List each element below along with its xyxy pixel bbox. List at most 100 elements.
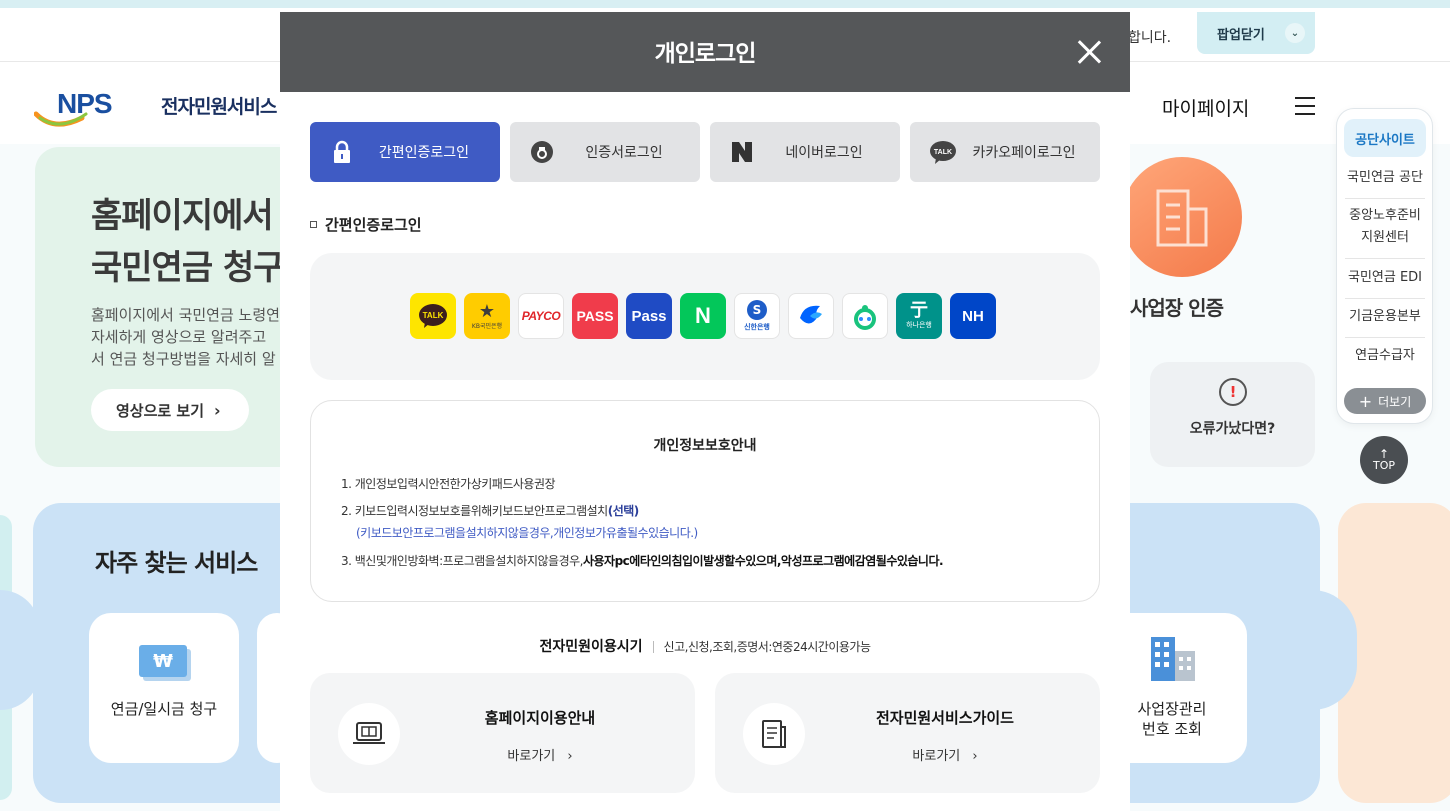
svg-text:TALK: TALK (423, 311, 444, 320)
scroll-top-button[interactable]: ↑ TOP (1360, 436, 1408, 484)
hana-auth-button[interactable]: 亍 하나은행 (896, 293, 942, 339)
section-title: 간편인증로그인 (310, 214, 422, 235)
quick-menu-item[interactable]: 연금수급자 (1345, 345, 1425, 377)
mypage-link[interactable]: 마이페이지 (1162, 94, 1249, 121)
top-label: TOP (1372, 458, 1395, 472)
nps-logo-icon: NPS (33, 88, 113, 128)
chevron-right-icon: › (972, 749, 978, 764)
naver-auth-button[interactable]: N (680, 293, 726, 339)
quick-menu-item[interactable]: 기금운용본부 (1345, 306, 1425, 338)
chevron-right-icon: › (567, 749, 573, 764)
error-help-label: 오류가났다면? (1189, 421, 1276, 437)
watch-video-label: 영상으로 보기 (116, 401, 205, 420)
quick-menu-head[interactable]: 공단사이트 (1344, 119, 1426, 157)
frequent-services-title: 자주 찾는 서비스 (95, 549, 258, 577)
close-icon[interactable] (1076, 39, 1102, 65)
modal-title: 개인로그인 (654, 41, 757, 67)
watch-video-button[interactable]: 영상으로 보기 › (91, 389, 249, 431)
nh-auth-button[interactable]: NH (950, 293, 996, 339)
homepage-guide-card[interactable]: 홈페이지이용안내 바로가기 › (310, 673, 695, 793)
tab-kakaopay-login[interactable]: TALK 카카오페이로그인 (910, 122, 1100, 182)
privacy-item-2: 2. 키보드입력시정보보호를위해키보드보안프로그램설치(선택) (341, 502, 639, 519)
shinhan-logo-icon: S (747, 300, 767, 320)
privacy-item-3: 3. 백신및개인방화벽:프로그램을설치하지않을경우,사용자pc에타인의침입이발생… (341, 552, 944, 569)
tab-naver-login[interactable]: 네이버로그인 (710, 122, 900, 182)
modal-header: 개인로그인 (280, 12, 1130, 92)
guide-link[interactable]: 바로가기 › (420, 745, 660, 764)
business-cert-icon[interactable] (1122, 157, 1242, 277)
document-icon (743, 703, 805, 765)
guide-link[interactable]: 바로가기 › (825, 745, 1065, 764)
pass-label: PASS (576, 308, 614, 324)
logo-service-name: 전자민원서비스 (161, 96, 277, 118)
quick-menu-item[interactable]: 중앙노후준비 지원센터 (1345, 205, 1425, 259)
top-accent-line (0, 0, 1450, 8)
section-title-text: 간편인증로그인 (325, 216, 422, 234)
more-label: 더보기 (1378, 394, 1412, 409)
privacy-item-3-warning: 사용자pc에타인의침입이발생할수있으며,악성프로그램에감염될수있습니다. (582, 554, 944, 568)
privacy-notice: 개인정보보호안내 1. 개인정보입력시안전한가상키패드사용권장 2. 키보드입력… (310, 400, 1100, 602)
pass-blue-auth-button[interactable]: Pass (626, 293, 672, 339)
chevron-down-icon: ⌄ (1285, 23, 1305, 43)
service-hours-label: 전자민원이용시기 (539, 639, 643, 655)
auth-provider-list: TALK ★ KB국민은행 PAYCO PASS Pass N S 신한은행 亍… (310, 253, 1100, 380)
quick-menu-item[interactable]: 국민연금 공단 (1345, 167, 1425, 199)
logo-brand: NPS (57, 88, 113, 119)
service-card-pension-claim[interactable]: ₩ 연금/일시금 청구 (89, 613, 239, 763)
pass-blue-label: Pass (631, 307, 667, 325)
guide-title: 홈페이지이용안내 (484, 709, 596, 727)
tab-label: 네이버로그인 (785, 145, 863, 161)
privacy-title: 개인정보보호안내 (653, 438, 757, 454)
privacy-item-1: 1. 개인정보입력시안전한가상키패드사용권장 (341, 477, 556, 491)
kb-label: KB국민은행 (471, 322, 503, 330)
error-help-card[interactable]: ! 오류가났다면? (1150, 362, 1315, 467)
privacy-item-2-sub: (키보드보안프로그램을설치하지않을경우,개인정보가유출될수있습니다.) (356, 526, 698, 540)
divider (652, 641, 654, 653)
alert-icon: ! (1219, 378, 1247, 406)
tab-simple-auth-login[interactable]: 간편인증로그인 (310, 122, 500, 182)
hero-title: 홈페이지에서 국민연금 청구 (91, 196, 285, 288)
toss-auth-button[interactable] (788, 293, 834, 339)
quick-menu: 공단사이트 국민연금 공단 중앙노후준비 지원센터 국민연금 EDI 기금운용본… (1336, 108, 1433, 424)
topbar-notice-text: 합니다. (1128, 30, 1172, 46)
quick-menu-more-button[interactable]: + 더보기 (1344, 388, 1426, 414)
tab-label: 인증서로그인 (585, 145, 663, 161)
shinhan-label: 신한은행 (744, 323, 770, 331)
tab-label: 카카오페이로그인 (972, 145, 1076, 161)
arrow-up-icon: ↑ (1378, 446, 1390, 461)
payco-label: PAYCO (521, 309, 561, 323)
tab-label: 간편인증로그인 (378, 145, 470, 161)
service-hours-text: 신고,신청,조회,증명서:연중24시간이용가능 (663, 640, 871, 654)
popup-close-button[interactable]: 팝업닫기 ⌄ (1197, 12, 1315, 54)
kakao-auth-button[interactable]: TALK (410, 293, 456, 339)
bullet-square-icon (310, 221, 317, 228)
privacy-item-2-text: 2. 키보드입력시정보보호를위해키보드보안프로그램설치 (341, 504, 608, 518)
site-logo[interactable]: NPS 전자민원서비스 (33, 88, 277, 128)
hana-logo-icon: 亍 (910, 300, 928, 321)
privacy-item-3-text: 3. 백신및개인방화벽:프로그램을설치하지않을경우, (341, 554, 583, 568)
building-icon (1151, 637, 1195, 681)
toss-logo-icon (800, 305, 822, 324)
naver-label: N (695, 303, 711, 328)
pass-auth-button[interactable]: PASS (572, 293, 618, 339)
kb-auth-button[interactable]: ★ KB국민은행 (464, 293, 510, 339)
laptop-icon (338, 703, 400, 765)
kakao-talk-icon: TALK (419, 304, 447, 328)
business-cert-label[interactable]: 사업장 인증 (1130, 292, 1224, 321)
tab-certificate-login[interactable]: 인증서로그인 (510, 122, 700, 182)
banksalad-auth-button[interactable] (842, 293, 888, 339)
popup-close-label: 팝업닫기 (1217, 27, 1265, 43)
won-icon: ₩ (139, 645, 187, 677)
keyboard-security-select-link[interactable]: (선택) (608, 504, 640, 518)
plus-icon: + (1358, 391, 1373, 411)
menu-icon[interactable] (1295, 97, 1315, 115)
service-hours: 전자민원이용시기 신고,신청,조회,증명서:연중24시간이용가능 (280, 636, 1130, 656)
e-civil-service-guide-card[interactable]: 전자민원서비스가이드 바로가기 › (715, 673, 1100, 793)
shinhan-auth-button[interactable]: S 신한은행 (734, 293, 780, 339)
payco-auth-button[interactable]: PAYCO (518, 293, 564, 339)
chevron-right-icon: › (214, 400, 221, 420)
hero-description: 홈페이지에서 국민연금 노령연 자세하게 영상으로 알려주고 서 연금 청구방법… (91, 306, 280, 368)
personal-login-modal: 개인로그인 간편인증로그인 인증서로그인 네이버로그인 TALK 카카오페이로그… (280, 12, 1130, 811)
nh-label: NH (962, 307, 984, 325)
quick-menu-item[interactable]: 국민연금 EDI (1345, 267, 1425, 299)
